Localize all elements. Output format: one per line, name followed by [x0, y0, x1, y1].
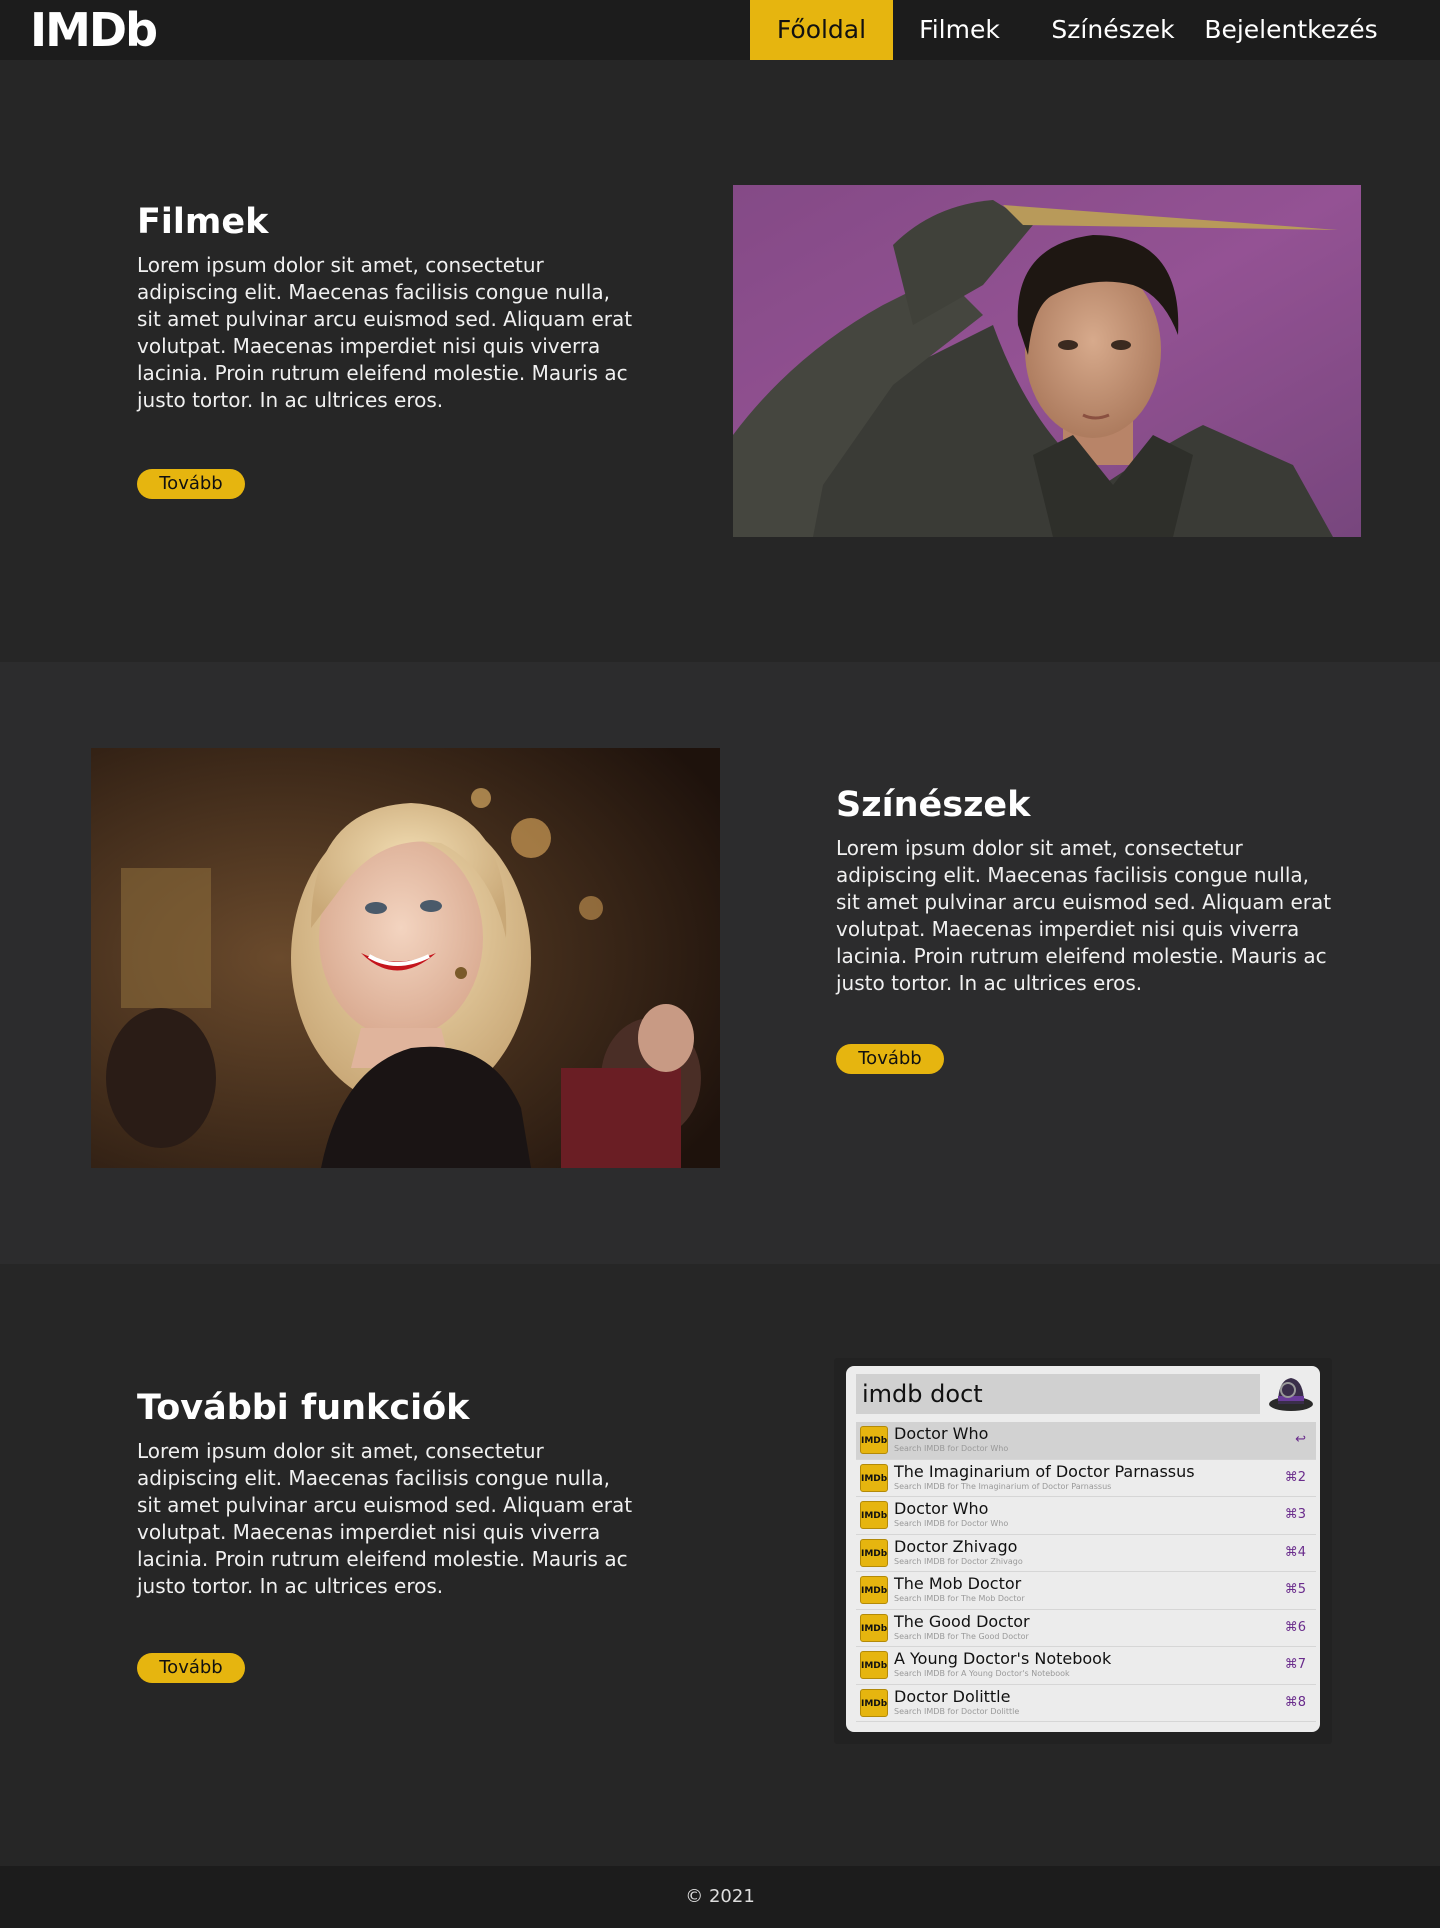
result-subtitle: Search IMDB for The Mob Doctor: [894, 1594, 1025, 1603]
imdb-icon: IMDb: [860, 1463, 888, 1492]
alfred-result[interactable]: IMDb The Mob Doctor Search IMDB for The …: [856, 1572, 1316, 1610]
result-subtitle: Search IMDB for The Good Doctor: [894, 1631, 1029, 1641]
section-title: További funkciók: [137, 1388, 470, 1428]
result-title: Doctor Dolittle: [894, 1686, 1011, 1706]
alfred-hat-icon: [1266, 1370, 1316, 1416]
nav-item-movies[interactable]: Filmek: [893, 0, 1026, 60]
alfred-result[interactable]: IMDb Doctor Who Search IMDB for Doctor W…: [856, 1422, 1316, 1460]
result-shortcut: ⌘8: [1284, 1694, 1306, 1710]
imdb-icon: IMDb: [860, 1688, 888, 1717]
section-text: Lorem ipsum dolor sit amet, consectetur …: [137, 253, 633, 412]
result-shortcut: ⌘7: [1284, 1657, 1306, 1672]
more-button[interactable]: Tovább: [137, 469, 245, 499]
nav-item-home[interactable]: Főoldal: [750, 0, 893, 60]
result-shortcut: ⌘4: [1284, 1544, 1306, 1560]
alfred-screenshot: imdb doct IMDb Doctor Who Search IMDB fo…: [834, 1358, 1332, 1744]
nav-item-login[interactable]: Bejelentkezés: [1196, 0, 1386, 60]
alfred-results: IMDb Doctor Who Search IMDB for Doctor W…: [856, 1422, 1316, 1722]
section-title: Színészek: [836, 785, 1031, 825]
imdb-icon: IMDb: [860, 1501, 888, 1529]
footer: © 2021: [0, 1866, 1440, 1928]
more-button[interactable]: Tovább: [836, 1044, 944, 1074]
result-title: The Imaginarium of Doctor Parnassus: [894, 1461, 1195, 1481]
section-text: Lorem ipsum dolor sit amet, consectetur …: [836, 836, 1332, 995]
result-shortcut: ↩: [1295, 1432, 1306, 1447]
copyright-text: © 2021: [685, 1886, 755, 1907]
alfred-result[interactable]: IMDb The Imaginarium of Doctor Parnassus…: [856, 1460, 1316, 1497]
result-subtitle: Search IMDB for A Young Doctor's Noteboo…: [894, 1669, 1070, 1678]
result-title: Doctor Zhivago: [894, 1536, 1018, 1556]
actor-image: [91, 748, 720, 1168]
result-shortcut: ⌘3: [1284, 1507, 1306, 1522]
imdb-icon: IMDb: [860, 1426, 888, 1454]
alfred-result[interactable]: IMDb A Young Doctor's Notebook Search IM…: [856, 1647, 1316, 1685]
nav-item-actors[interactable]: Színészek: [1040, 0, 1186, 60]
alfred-result[interactable]: IMDb The Good Doctor Search IMDB for The…: [856, 1610, 1316, 1647]
result-shortcut: ⌘6: [1284, 1619, 1306, 1635]
more-button[interactable]: Tovább: [137, 1653, 245, 1683]
section-movies: Filmek Lorem ipsum dolor sit amet, conse…: [0, 60, 1440, 662]
imdb-icon: IMDb: [860, 1538, 888, 1567]
alfred-search-input[interactable]: imdb doct: [856, 1374, 1260, 1414]
alfred-result[interactable]: IMDb Doctor Zhivago Search IMDB for Doct…: [856, 1535, 1316, 1572]
alfred-result[interactable]: IMDb Doctor Who Search IMDB for Doctor W…: [856, 1497, 1316, 1535]
result-title: The Good Doctor: [894, 1611, 1030, 1631]
result-subtitle: Search IMDB for Doctor Who: [894, 1444, 1009, 1453]
result-title: The Mob Doctor: [894, 1574, 1022, 1593]
result-subtitle: Search IMDB for The Imaginarium of Docto…: [894, 1481, 1112, 1491]
alfred-window: imdb doct IMDb Doctor Who Search IMDB fo…: [846, 1366, 1320, 1732]
result-title: Doctor Who: [894, 1424, 989, 1443]
section-actors: Színészek Lorem ipsum dolor sit amet, co…: [0, 662, 1440, 1264]
imdb-icon: IMDb: [860, 1651, 888, 1679]
section-title: Filmek: [137, 202, 269, 242]
result-subtitle: Search IMDB for Doctor Zhivago: [894, 1556, 1023, 1566]
imdb-icon: IMDb: [860, 1613, 888, 1642]
result-subtitle: Search IMDB for Doctor Who: [894, 1519, 1009, 1528]
result-title: A Young Doctor's Notebook: [894, 1649, 1112, 1668]
result-subtitle: Search IMDB for Doctor Dolittle: [894, 1706, 1020, 1716]
result-shortcut: ⌘5: [1284, 1582, 1306, 1597]
section-text: Lorem ipsum dolor sit amet, consectetur …: [137, 1439, 633, 1598]
result-title: Doctor Who: [894, 1499, 989, 1518]
result-shortcut: ⌘2: [1284, 1469, 1306, 1485]
imdb-icon: IMDb: [860, 1576, 888, 1604]
alfred-result[interactable]: IMDb Doctor Dolittle Search IMDB for Doc…: [856, 1685, 1316, 1722]
navbar: IMDb Főoldal Filmek Színészek Bejelentke…: [0, 0, 1440, 60]
movie-image: [733, 185, 1361, 537]
imdb-logo[interactable]: IMDb: [30, 4, 158, 56]
